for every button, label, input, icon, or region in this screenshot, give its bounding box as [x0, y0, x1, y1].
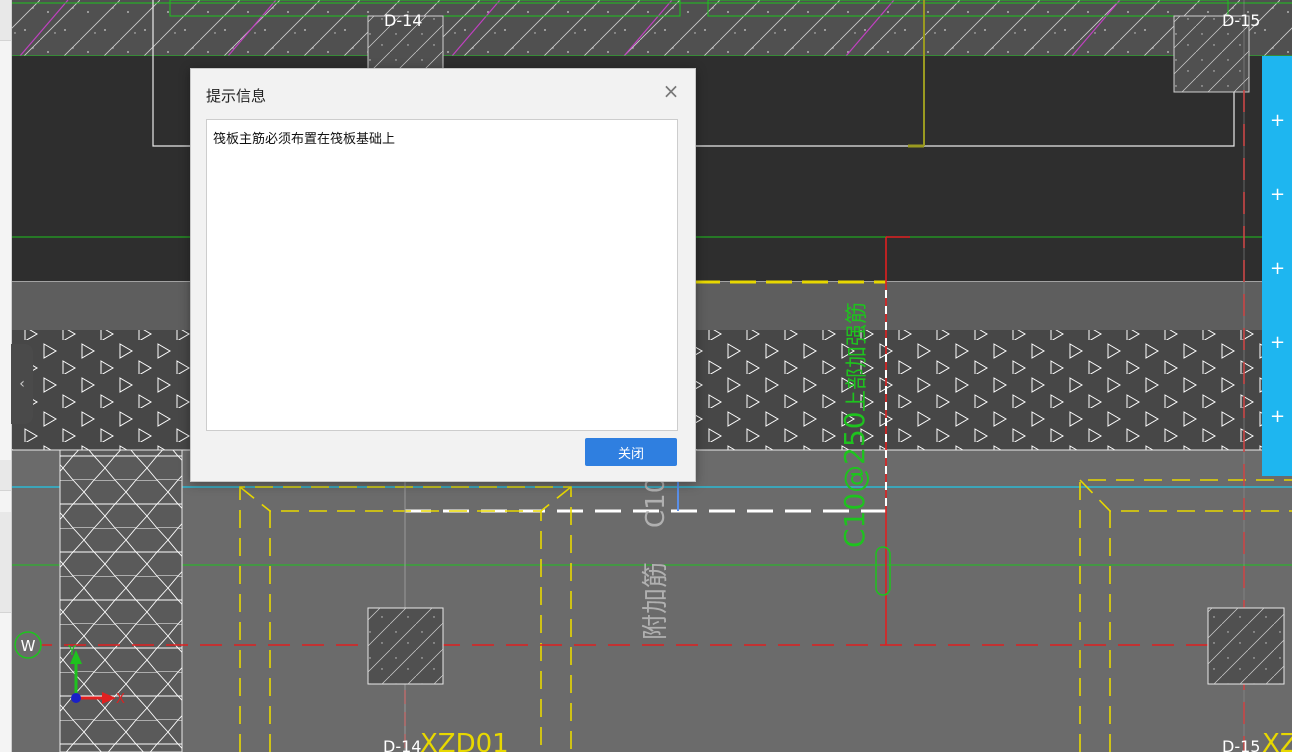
panel-collapse-tab[interactable]: ‹ — [11, 344, 33, 424]
plus-icon: + — [1270, 258, 1286, 279]
left-panel-segment — [0, 0, 11, 41]
plus-icon: + — [1270, 332, 1286, 353]
close-icon[interactable]: × — [661, 81, 681, 101]
column-bottom-left-hatch — [368, 608, 443, 684]
column-bottom-right-hatch — [1208, 608, 1284, 684]
right-cyan-panel: + + + + + — [1262, 56, 1292, 476]
ucs-y-label: Y — [67, 644, 76, 659]
ucs-x-label: X — [116, 692, 125, 707]
left-panel-segment — [0, 460, 11, 491]
axis-label-top-right: D-15 — [1222, 11, 1260, 30]
axis-label-bottom-left: D-14 — [383, 737, 421, 752]
info-dialog: 提示信息 × 筏板主筋必须布置在筏板基础上 关闭 — [190, 68, 696, 482]
rebar-spec-label: C10@250 — [838, 411, 871, 548]
left-panel-segment — [0, 512, 11, 613]
close-button[interactable]: 关闭 — [585, 438, 677, 466]
green-oval-marker — [875, 546, 891, 596]
dialog-title: 提示信息 — [206, 87, 267, 105]
chevron-left-icon: ‹ — [19, 376, 25, 392]
additional-rebar-spec: C10 — [641, 477, 671, 528]
dialog-message-box: 筏板主筋必须布置在筏板基础上 — [206, 119, 678, 431]
additional-rebar-label: 附加筋 — [641, 562, 671, 640]
plus-icon: + — [1270, 184, 1286, 205]
column-tag-xzd01: XZD01 — [420, 729, 509, 752]
axis-label-bottom-right: D-15 — [1222, 737, 1260, 752]
plus-icon: + — [1270, 110, 1286, 131]
dialog-message: 筏板主筋必须布置在筏板基础上 — [213, 132, 396, 147]
hatched-beam-fill — [11, 0, 1292, 56]
grid-label-w: W — [21, 637, 36, 655]
rebar-tag-label: 上部加强筋 — [845, 302, 870, 412]
plus-icon: + — [1270, 406, 1286, 427]
column-tag-xz-right: XZ — [1262, 729, 1292, 752]
axis-label-top-left: D-14 — [384, 11, 422, 30]
